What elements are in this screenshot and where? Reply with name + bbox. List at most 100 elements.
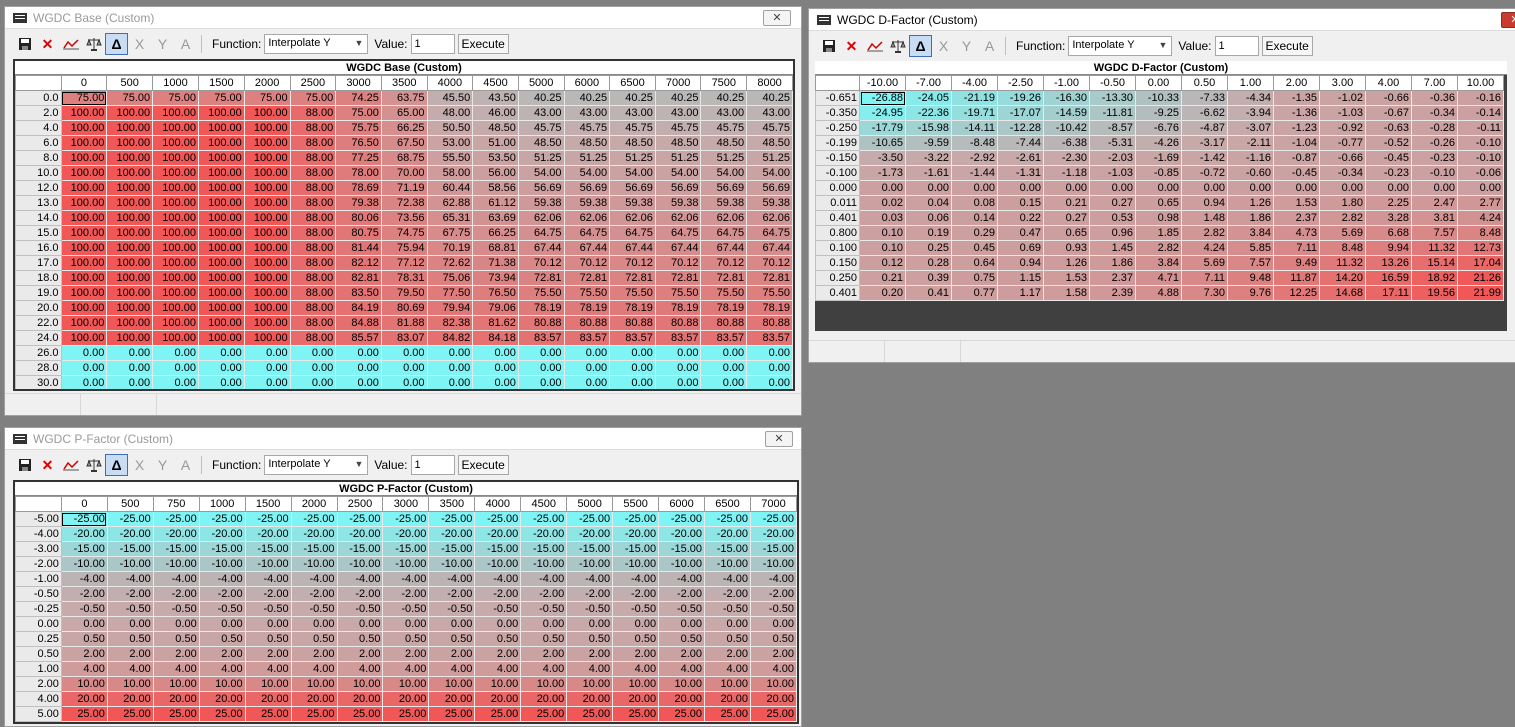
table-cell[interactable]: 72.62 (426, 255, 474, 271)
table-cell[interactable]: -2.92 (951, 150, 998, 166)
table-cell[interactable]: -10.00 (704, 556, 751, 572)
table-cell[interactable]: -25.00 (152, 511, 200, 527)
table-cell[interactable]: -25.00 (520, 511, 568, 527)
table-cell[interactable]: 70.19 (426, 240, 474, 256)
table-cell[interactable]: 79.50 (380, 285, 428, 301)
table-cell[interactable]: 0.94 (997, 255, 1044, 271)
table-cell[interactable]: 25.00 (244, 706, 292, 722)
table-cell[interactable]: 100.00 (243, 195, 291, 211)
table-cell[interactable]: -0.50 (198, 601, 246, 617)
table-cell[interactable]: 0.00 (243, 360, 291, 376)
table-cell[interactable]: 10.00 (198, 676, 246, 692)
table-cell[interactable]: 100.00 (197, 180, 245, 196)
column-header[interactable]: 1500 (197, 75, 245, 91)
table-cell[interactable]: 43.00 (609, 105, 656, 121)
table-cell[interactable]: -6.38 (1043, 135, 1090, 151)
table-cell[interactable]: 0.21 (1043, 195, 1090, 211)
column-header[interactable]: 3500 (380, 75, 428, 91)
table-cell[interactable]: 11.32 (1319, 255, 1366, 271)
table-cell[interactable]: 78.19 (563, 300, 611, 316)
table-cell[interactable]: -25.00 (336, 511, 384, 527)
table-cell[interactable]: 100.00 (106, 300, 154, 316)
table-cell[interactable]: 48.50 (700, 135, 748, 151)
table-cell[interactable]: 0.50 (566, 631, 614, 647)
row-header[interactable]: 2.0 (15, 105, 62, 121)
table-cell[interactable]: -25.00 (382, 511, 430, 527)
table-cell[interactable]: 0.00 (700, 345, 748, 361)
table-cell[interactable]: 0.00 (951, 180, 998, 196)
table-cell[interactable]: 56.69 (700, 180, 748, 196)
table-cell[interactable]: 10.00 (520, 676, 568, 692)
table-cell[interactable]: -3.17 (1181, 135, 1228, 151)
row-header[interactable]: 1.00 (15, 661, 62, 677)
table-cell[interactable]: 3.28 (1365, 210, 1412, 226)
table-cell[interactable]: 20.00 (612, 691, 660, 707)
table-cell[interactable]: 100.00 (243, 165, 291, 181)
table-cell[interactable]: 100.00 (106, 240, 154, 256)
table-cell[interactable]: -0.92 (1319, 120, 1366, 136)
table-cell[interactable]: 10.00 (60, 676, 108, 692)
table-cell[interactable]: 4.24 (1181, 240, 1228, 256)
table-cell[interactable]: 2.00 (336, 646, 384, 662)
table-cell[interactable]: 4.24 (1457, 210, 1504, 226)
table-cell[interactable]: 63.69 (472, 210, 519, 226)
table-cell[interactable]: -14.59 (1043, 105, 1090, 121)
table-cell[interactable]: 100.00 (60, 210, 108, 226)
table-cell[interactable]: 40.25 (563, 90, 611, 106)
table-cell[interactable]: -0.87 (1273, 150, 1320, 166)
table-cell[interactable]: -20.00 (336, 526, 384, 542)
table-cell[interactable]: 0.27 (1089, 195, 1136, 211)
save-icon[interactable] (817, 35, 840, 57)
table-cell[interactable]: 0.00 (60, 375, 108, 389)
table-cell[interactable]: 0.00 (244, 616, 292, 632)
table-cell[interactable]: 80.88 (517, 315, 565, 331)
table-cell[interactable]: -15.00 (244, 541, 292, 557)
table-cell[interactable]: 0.00 (335, 375, 382, 389)
table-cell[interactable]: 0.00 (472, 345, 519, 361)
table-cell[interactable]: 4.00 (244, 661, 292, 677)
table-cell[interactable]: 7.11 (1273, 240, 1320, 256)
table-cell[interactable]: 0.00 (517, 360, 565, 376)
table-cell[interactable]: 81.62 (472, 315, 519, 331)
table-cell[interactable]: 100.00 (60, 315, 108, 331)
table-cell[interactable]: 0.00 (152, 375, 199, 389)
table-cell[interactable]: 0.50 (60, 631, 108, 647)
table-cell[interactable]: 2.00 (152, 646, 200, 662)
table-cell[interactable]: 65.00 (380, 105, 428, 121)
table-cell[interactable]: 55.50 (426, 150, 474, 166)
table-cell[interactable]: -4.00 (428, 571, 476, 587)
table-cell[interactable]: 48.50 (472, 120, 519, 136)
table-cell[interactable]: 9.76 (1227, 285, 1274, 301)
table-cell[interactable]: 100.00 (197, 195, 245, 211)
table-cell[interactable]: 62.06 (563, 210, 611, 226)
column-header[interactable]: 1500 (244, 496, 292, 512)
table-cell[interactable]: 4.00 (612, 661, 660, 677)
table-cell[interactable]: 15.14 (1411, 255, 1458, 271)
table-cell[interactable]: 100.00 (243, 210, 291, 226)
table-cell[interactable]: -10.00 (336, 556, 384, 572)
function-select[interactable]: Interpolate Y ▼ (264, 455, 369, 475)
table-cell[interactable]: 20.00 (106, 691, 154, 707)
table-cell[interactable]: -0.28 (1411, 120, 1458, 136)
table-cell[interactable]: 67.44 (609, 240, 656, 256)
table-cell[interactable]: 80.88 (700, 315, 748, 331)
table-cell[interactable]: 0.00 (426, 360, 474, 376)
table-cell[interactable]: 100.00 (60, 255, 108, 271)
column-header[interactable]: 1.00 (1227, 75, 1274, 91)
row-header[interactable]: 0.00 (15, 616, 62, 632)
table-cell[interactable]: 0.00 (197, 375, 245, 389)
table-cell[interactable]: 0.00 (197, 360, 245, 376)
table-cell[interactable]: 46.00 (472, 105, 519, 121)
table-cell[interactable]: 83.07 (380, 330, 428, 346)
table-cell[interactable]: 13.26 (1365, 255, 1412, 271)
table-cell[interactable]: 100.00 (106, 315, 154, 331)
table-cell[interactable]: -15.00 (520, 541, 568, 557)
column-header[interactable]: 7000 (749, 496, 797, 512)
table-cell[interactable]: 0.00 (517, 375, 565, 389)
table-cell[interactable]: 19.56 (1411, 285, 1458, 301)
table-cell[interactable]: -10.00 (244, 556, 292, 572)
table-cell[interactable]: 0.21 (859, 270, 906, 286)
table-cell[interactable]: 4.00 (336, 661, 384, 677)
table-cell[interactable]: 0.50 (198, 631, 246, 647)
table-cell[interactable]: 56.69 (609, 180, 656, 196)
